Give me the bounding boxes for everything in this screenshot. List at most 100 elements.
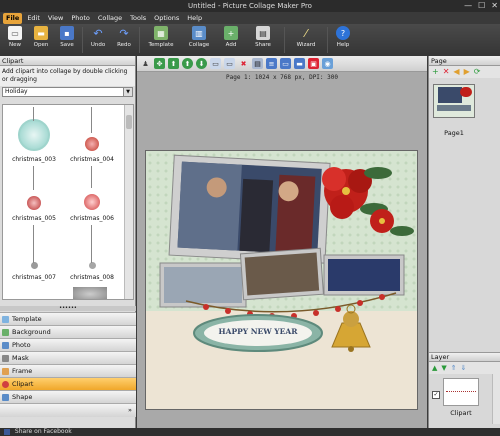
add-button[interactable]: + Add bbox=[218, 24, 244, 48]
page-info: Page 1: 1024 x 768 px, DPI: 300 bbox=[226, 74, 338, 81]
menu-bar: File Edit View Photo Collage Tools Optio… bbox=[0, 12, 500, 24]
work-area: ♟ ✥ ⬆ ⬆ ⬇ ▭ ▭ ✖ ▤ ≡ ▭ ▬ ▣ ◉ Page 1: 1024… bbox=[137, 56, 427, 428]
template-button[interactable]: ▦ Template bbox=[142, 24, 180, 48]
toolbar-separator bbox=[327, 27, 328, 53]
window-title: Untitled - Picture Collage Maker Pro bbox=[188, 2, 312, 10]
crop-icon[interactable]: ✥ bbox=[154, 58, 165, 69]
menu-view[interactable]: View bbox=[45, 13, 66, 24]
ornament-icon bbox=[67, 166, 117, 214]
category-select[interactable]: Holiday ▼ bbox=[2, 87, 133, 97]
printer-icon: ▤ bbox=[256, 26, 270, 40]
move-icon[interactable]: ⬆ bbox=[168, 58, 179, 69]
panel-tabs: Template Background Photo Mask Frame Cli… bbox=[0, 312, 136, 417]
delete-icon[interactable]: ✖ bbox=[238, 58, 249, 69]
share-facebook-link[interactable]: Share on Facebook bbox=[15, 428, 72, 435]
clipart-item[interactable]: christmas_003 bbox=[7, 107, 61, 163]
next-page-icon[interactable]: ▶ bbox=[464, 68, 470, 76]
size-icon[interactable]: ▭ bbox=[280, 58, 291, 69]
delete-page-icon[interactable]: ✕ bbox=[443, 68, 450, 76]
help-button[interactable]: ? Help bbox=[330, 24, 356, 48]
add-page-icon[interactable]: + bbox=[432, 68, 439, 76]
minimize-button[interactable]: — bbox=[464, 1, 472, 11]
page-panel: Page + ✕ ◀ ▶ ⟳ Page1 Layer ▲ ▼ ⇑ ⇓ ✓ Cli… bbox=[428, 56, 500, 428]
greeting-text: HAPPY NEW YEAR bbox=[218, 327, 298, 336]
tab-frame[interactable]: Frame bbox=[0, 364, 136, 377]
up-arrow-icon[interactable]: ⬆ bbox=[182, 58, 193, 69]
clipart-item[interactable]: christmas_006 bbox=[65, 166, 119, 222]
main-toolbar: ▭ New ▬ Open ▪ Save ↶ Undo ↷ Redo ▦ Temp… bbox=[0, 24, 500, 56]
menu-help[interactable]: Help bbox=[184, 13, 205, 24]
prev-page-icon[interactable]: ◀ bbox=[453, 68, 459, 76]
clipart-gallery[interactable]: christmas_003 christmas_004 christmas_00… bbox=[2, 104, 134, 300]
gallery-scrollbar[interactable] bbox=[124, 105, 133, 299]
align-icon[interactable]: ▤ bbox=[252, 58, 263, 69]
menu-tools[interactable]: Tools bbox=[127, 13, 149, 24]
clipart-item[interactable]: christmas_005 bbox=[7, 166, 61, 222]
distribute-icon[interactable]: ≡ bbox=[266, 58, 277, 69]
ornament-icon bbox=[67, 225, 117, 273]
toolbar-separator bbox=[284, 27, 285, 53]
tab-template[interactable]: Template bbox=[0, 312, 136, 325]
clipart-item[interactable]: christmas_007 bbox=[7, 225, 61, 281]
close-button[interactable]: ✕ bbox=[491, 1, 498, 11]
menu-edit[interactable]: Edit bbox=[24, 13, 43, 24]
tab-background[interactable]: Background bbox=[0, 325, 136, 338]
wizard-button[interactable]: ⁄ Wizard bbox=[287, 24, 325, 49]
ornament-icon bbox=[9, 107, 59, 155]
ornament-icon bbox=[9, 225, 59, 273]
menu-options[interactable]: Options bbox=[151, 13, 182, 24]
new-file-icon: ▭ bbox=[8, 26, 22, 40]
folder-icon: ▬ bbox=[34, 26, 48, 40]
layer-visible-checkbox[interactable]: ✓ bbox=[432, 391, 440, 399]
copy-icon[interactable]: ▭ bbox=[210, 58, 221, 69]
menu-file[interactable]: File bbox=[3, 12, 23, 24]
layer-actions: ▲ ▼ ⇑ ⇓ bbox=[429, 362, 500, 374]
layer-top-icon[interactable]: ⇑ bbox=[451, 364, 457, 372]
tab-mask[interactable]: Mask bbox=[0, 351, 136, 364]
person-icon[interactable]: ♟ bbox=[140, 58, 151, 69]
page-actions: + ✕ ◀ ▶ ⟳ bbox=[429, 66, 500, 78]
layout-icon[interactable]: ▬ bbox=[294, 58, 305, 69]
redo-button[interactable]: ↷ Redo bbox=[111, 24, 137, 49]
page-thumbnail[interactable] bbox=[433, 84, 475, 118]
clipart-item[interactable]: christmas_008 bbox=[65, 225, 119, 281]
collage-artwork bbox=[146, 151, 417, 409]
share-button[interactable]: ▤ Share bbox=[244, 24, 282, 48]
layer-scrollbar[interactable] bbox=[492, 374, 500, 424]
layer-panel-title: Layer bbox=[429, 352, 500, 362]
partial-clipart-thumb bbox=[73, 287, 107, 299]
tab-photo[interactable]: Photo bbox=[0, 338, 136, 351]
layer-bottom-icon[interactable]: ⇓ bbox=[461, 364, 467, 372]
scroll-thumb[interactable] bbox=[126, 115, 132, 129]
save-button[interactable]: ▪ Save bbox=[54, 24, 80, 48]
paste-icon[interactable]: ▭ bbox=[224, 58, 235, 69]
page-label: Page1 bbox=[444, 129, 464, 137]
maximize-button[interactable]: ☐ bbox=[478, 1, 485, 11]
clipart-item[interactable]: christmas_004 bbox=[65, 107, 119, 163]
facebook-icon[interactable] bbox=[4, 428, 10, 435]
layer-thumbnail[interactable] bbox=[443, 378, 479, 406]
tab-clipart[interactable]: Clipart bbox=[0, 377, 136, 390]
menu-collage[interactable]: Collage bbox=[95, 13, 125, 24]
layer-down-icon[interactable]: ▼ bbox=[441, 364, 446, 372]
open-button[interactable]: ▬ Open bbox=[28, 24, 54, 48]
down-arrow-icon[interactable]: ⬇ bbox=[196, 58, 207, 69]
undo-button[interactable]: ↶ Undo bbox=[85, 24, 111, 49]
layer-up-icon[interactable]: ▲ bbox=[432, 364, 437, 372]
template-icon: ▦ bbox=[154, 26, 168, 40]
properties-icon[interactable]: ◉ bbox=[322, 58, 333, 69]
panel-title: Clipart bbox=[0, 56, 135, 66]
collage-canvas[interactable]: HAPPY NEW YEAR bbox=[145, 150, 418, 410]
new-button[interactable]: ▭ New bbox=[2, 24, 28, 48]
help-icon: ? bbox=[336, 26, 350, 40]
menu-photo[interactable]: Photo bbox=[68, 13, 93, 24]
collage-button[interactable]: ▥ Collage bbox=[180, 24, 218, 48]
splitter-handle[interactable]: •••••• bbox=[0, 306, 136, 311]
lock-icon[interactable]: ▣ bbox=[308, 58, 319, 69]
tab-shape[interactable]: Shape bbox=[0, 390, 136, 403]
refresh-page-icon[interactable]: ⟳ bbox=[474, 68, 481, 76]
tabs-overflow[interactable]: » bbox=[0, 403, 136, 417]
toolbar-separator bbox=[82, 27, 83, 53]
ornament-icon bbox=[9, 166, 59, 214]
redo-icon: ↷ bbox=[119, 26, 129, 40]
